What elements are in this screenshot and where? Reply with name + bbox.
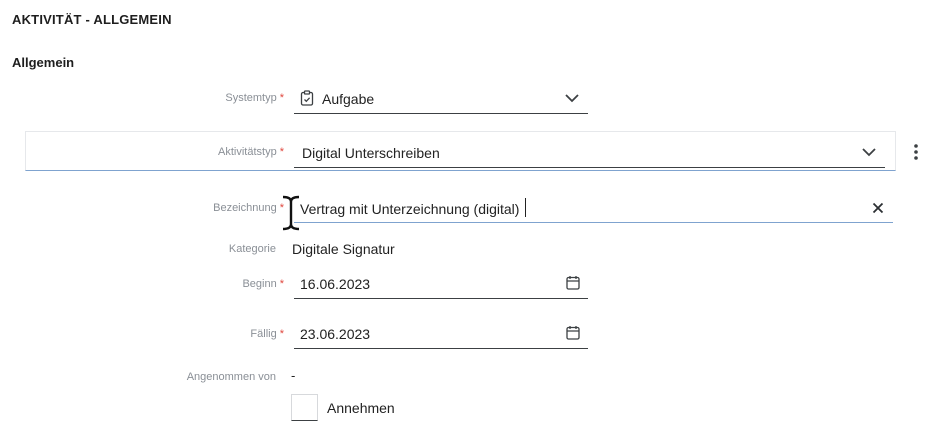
vertical-dots-icon[interactable] [913, 143, 919, 166]
bezeichnung-input[interactable]: Vertrag mit Unterzeichnung (digital) [294, 192, 893, 223]
required-mark: * [279, 146, 284, 158]
section-title: Allgemein [12, 55, 75, 70]
beginn-value: 16.06.2023 [300, 276, 371, 292]
required-mark: * [279, 92, 284, 104]
required-mark: * [279, 328, 284, 340]
beginn-label: Beginn * [242, 278, 284, 290]
annehmen-label[interactable]: Annehmen [327, 400, 395, 416]
mouse-text-cursor-icon [280, 194, 302, 237]
kategorie-value: Digitale Signatur [292, 241, 395, 257]
angenommen-von-value: - [291, 368, 296, 383]
kategorie-label: Kategorie [228, 243, 276, 255]
systemtyp-value: Aufgabe [322, 91, 375, 107]
faellig-value: 23.06.2023 [300, 326, 371, 342]
systemtyp-label: Systemtyp * [225, 92, 284, 104]
chevron-down-icon[interactable] [564, 91, 580, 109]
text-caret [525, 198, 526, 217]
beginn-date-input[interactable]: 16.06.2023 [294, 268, 588, 299]
chevron-down-icon[interactable] [861, 145, 877, 163]
systemtyp-select[interactable]: Aufgabe [294, 83, 588, 114]
close-icon[interactable] [872, 201, 884, 219]
bezeichnung-label: Bezeichnung * [213, 202, 284, 214]
faellig-date-input[interactable]: 23.06.2023 [294, 318, 588, 349]
aktivitaetstyp-value: Digital Unterschreiben [302, 145, 440, 161]
faellig-label: Fällig * [250, 328, 284, 340]
aktivitaetstyp-label: Aktivitätstyp * [218, 146, 284, 158]
clipboard-check-icon [300, 90, 314, 111]
calendar-icon[interactable] [566, 275, 580, 295]
calendar-icon[interactable] [566, 325, 580, 345]
page-title: AKTIVITÄT - ALLGEMEIN [12, 12, 172, 27]
angenommen-von-label: Angenommen von [186, 371, 276, 383]
bezeichnung-value: Vertrag mit Unterzeichnung (digital) [300, 201, 520, 217]
annehmen-checkbox[interactable] [291, 394, 318, 421]
required-mark: * [279, 278, 284, 290]
aktivitaetstyp-select[interactable]: Digital Unterschreiben [294, 137, 885, 168]
